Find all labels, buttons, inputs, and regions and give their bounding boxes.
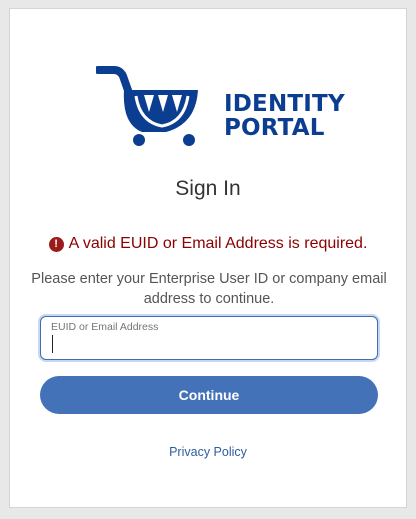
euid-email-field[interactable]: EUID or Email Address <box>40 316 378 360</box>
continue-button[interactable]: Continue <box>40 376 378 414</box>
error-message: ! A valid EUID or Email Address is requir… <box>10 235 406 253</box>
exclamation-circle-icon: ! <box>48 237 64 252</box>
shopping-cart-logo-icon <box>96 66 198 146</box>
logo-wordmark: IDENTITY PORTAL <box>224 92 345 140</box>
logo-line-1: IDENTITY <box>224 91 345 117</box>
identity-portal-logo: IDENTITY PORTAL <box>96 62 345 148</box>
euid-email-label: EUID or Email Address <box>51 321 159 333</box>
text-caret <box>52 335 53 353</box>
instructions-text: Please enter your Enterprise User ID or … <box>31 271 387 307</box>
error-text: A valid EUID or Email Address is require… <box>68 235 368 252</box>
euid-email-input[interactable] <box>50 336 368 354</box>
sign-in-card: IDENTITY PORTAL Sign In ! A valid EUID or… <box>9 8 407 508</box>
logo-line-2: PORTAL <box>224 115 325 141</box>
privacy-policy-link[interactable]: Privacy Policy <box>10 445 406 459</box>
page-title: Sign In <box>175 177 241 200</box>
